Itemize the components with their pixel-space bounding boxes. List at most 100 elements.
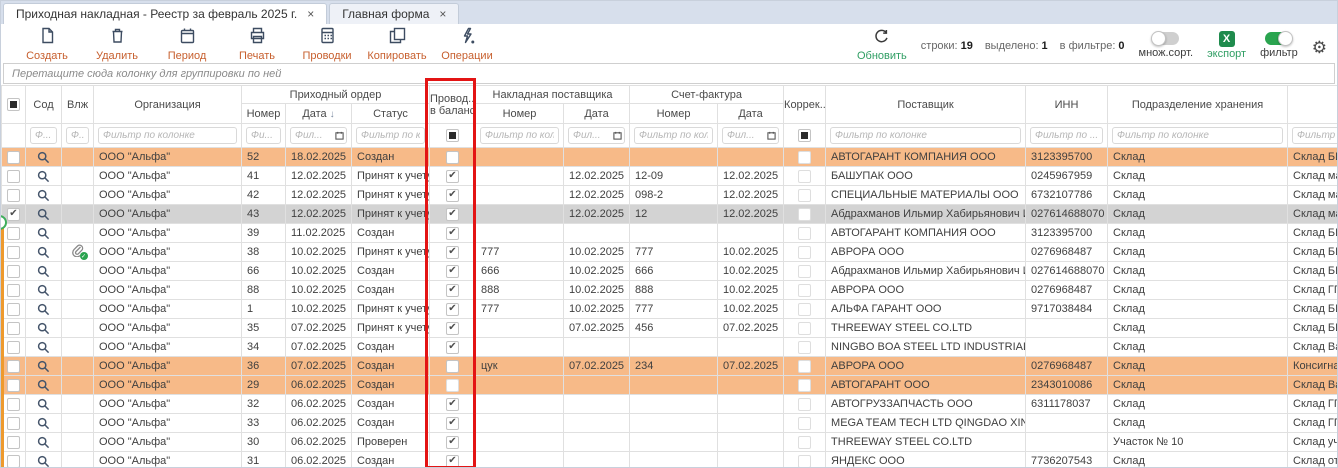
- column-header-correction[interactable]: Коррек...: [784, 86, 826, 124]
- tab-main-form[interactable]: Главная форма ×: [329, 3, 459, 24]
- checkbox-unchecked[interactable]: [7, 284, 20, 297]
- checkbox-checked[interactable]: ✔: [446, 303, 459, 316]
- cell-correction-checkbox[interactable]: [784, 148, 826, 167]
- cell-correction-checkbox[interactable]: [784, 205, 826, 224]
- magnifier-icon[interactable]: [37, 246, 50, 258]
- checkbox-unchecked[interactable]: [798, 151, 811, 164]
- checkbox-unchecked[interactable]: [7, 151, 20, 164]
- cell-correction-checkbox[interactable]: [784, 186, 826, 205]
- filter-toggle[interactable]: фильтр: [1260, 32, 1298, 59]
- table-row[interactable]: ООО "Альфа"3607.02.2025Созданцук07.02.20…: [2, 357, 1338, 376]
- checkbox-checked[interactable]: ✔: [446, 170, 459, 183]
- checkbox-unchecked[interactable]: [798, 284, 811, 297]
- cell-correction-checkbox[interactable]: [784, 357, 826, 376]
- table-row[interactable]: ООО "Альфа"110.02.2025Принят к учету✔777…: [2, 300, 1338, 319]
- column-header-storage[interactable]: Подразделение хранения: [1108, 86, 1288, 124]
- checkbox-unchecked[interactable]: [798, 208, 811, 221]
- column-header-vlz[interactable]: Влж: [62, 86, 94, 124]
- filter-correction-checkbox[interactable]: [784, 124, 826, 148]
- checkbox-unchecked[interactable]: [7, 227, 20, 240]
- filter-number[interactable]: [242, 124, 286, 148]
- cell-correction-checkbox[interactable]: [784, 243, 826, 262]
- checkbox-checked[interactable]: ✔: [446, 417, 459, 430]
- table-row[interactable]: ООО "Альфа"3407.02.2025Создан✔NINGBO BOA…: [2, 338, 1338, 357]
- checkbox-checked[interactable]: ✔: [7, 208, 20, 221]
- table-row[interactable]: ООО "Альфа"3206.02.2025Создан✔АВТОГРУЗЗА…: [2, 395, 1338, 414]
- gear-icon[interactable]: ⚙: [1312, 35, 1327, 56]
- checkbox-unchecked[interactable]: [798, 417, 811, 430]
- row-select-cell[interactable]: [2, 167, 26, 186]
- checkbox-checked[interactable]: ✔: [446, 322, 459, 335]
- filter-facture-number[interactable]: [630, 124, 718, 148]
- row-select-cell[interactable]: [2, 357, 26, 376]
- operations-button[interactable]: Операции: [435, 27, 499, 62]
- checkbox-unchecked[interactable]: [7, 265, 20, 278]
- row-open-cell[interactable]: [26, 186, 62, 205]
- checkbox-unchecked[interactable]: [798, 170, 811, 183]
- cell-posted-checkbox[interactable]: ✔: [430, 205, 476, 224]
- filter-supplier[interactable]: [826, 124, 1026, 148]
- close-icon[interactable]: ×: [307, 8, 314, 20]
- tab-register[interactable]: Приходная накладная - Реестр за февраль …: [3, 3, 327, 24]
- cell-correction-checkbox[interactable]: [784, 395, 826, 414]
- row-open-cell[interactable]: [26, 433, 62, 452]
- magnifier-icon[interactable]: [37, 284, 50, 296]
- filter-facture-date[interactable]: [718, 124, 784, 148]
- row-select-cell[interactable]: [2, 414, 26, 433]
- checkbox-unchecked[interactable]: [798, 246, 811, 259]
- column-header-facture-number[interactable]: Номер: [630, 104, 718, 124]
- row-select-cell[interactable]: [2, 281, 26, 300]
- export-button[interactable]: X экспорт: [1207, 31, 1246, 60]
- cell-posted-checkbox[interactable]: ✔: [430, 414, 476, 433]
- checkbox-unchecked[interactable]: [798, 398, 811, 411]
- row-select-cell[interactable]: [2, 338, 26, 357]
- create-button[interactable]: Создать: [15, 27, 79, 62]
- checkbox-unchecked[interactable]: [446, 151, 459, 164]
- checkbox-unchecked[interactable]: [798, 436, 811, 449]
- table-row[interactable]: ООО "Альфа"3507.02.2025Принят к учету✔07…: [2, 319, 1338, 338]
- checkbox-unchecked[interactable]: [7, 303, 20, 316]
- checkbox-checked[interactable]: ✔: [446, 341, 459, 354]
- magnifier-icon[interactable]: [37, 455, 50, 467]
- row-open-cell[interactable]: [26, 319, 62, 338]
- magnifier-icon[interactable]: [37, 227, 50, 239]
- checkbox-checked[interactable]: ✔: [446, 455, 459, 468]
- checkbox-checked[interactable]: ✔: [446, 208, 459, 221]
- table-row[interactable]: ООО "Альфа"3006.02.2025Проверен✔THREEWAY…: [2, 433, 1338, 452]
- cell-correction-checkbox[interactable]: [784, 262, 826, 281]
- row-open-cell[interactable]: [26, 167, 62, 186]
- checkbox-unchecked[interactable]: [7, 341, 20, 354]
- checkbox-unchecked[interactable]: [7, 360, 20, 373]
- cell-posted-checkbox[interactable]: [430, 376, 476, 395]
- magnifier-icon[interactable]: [37, 398, 50, 410]
- row-open-cell[interactable]: [26, 395, 62, 414]
- checkbox-unchecked[interactable]: [7, 436, 20, 449]
- row-open-cell[interactable]: [26, 376, 62, 395]
- filter-inn[interactable]: [1026, 124, 1108, 148]
- row-select-cell[interactable]: [2, 300, 26, 319]
- filter-invoice-number[interactable]: [476, 124, 564, 148]
- column-header-number[interactable]: Номер: [242, 104, 286, 124]
- column-header-invoice-date[interactable]: Дата: [564, 104, 630, 124]
- checkbox-unchecked[interactable]: [798, 322, 811, 335]
- checkbox-unchecked[interactable]: [7, 189, 20, 202]
- table-row[interactable]: ООО "Альфа"2906.02.2025СозданАВТОГАРАНТ …: [2, 376, 1338, 395]
- cell-posted-checkbox[interactable]: ✔: [430, 395, 476, 414]
- row-open-cell[interactable]: [26, 338, 62, 357]
- checkbox-unchecked[interactable]: [798, 303, 811, 316]
- magnifier-icon[interactable]: [37, 208, 50, 220]
- cell-correction-checkbox[interactable]: [784, 300, 826, 319]
- row-open-cell[interactable]: [26, 224, 62, 243]
- group-by-bar[interactable]: Перетащите сюда колонку для группировки …: [3, 63, 1335, 84]
- checkbox-unchecked[interactable]: [798, 360, 811, 373]
- period-button[interactable]: Период: [155, 27, 219, 62]
- cell-posted-checkbox[interactable]: ✔: [430, 338, 476, 357]
- checkbox-unchecked[interactable]: [7, 246, 20, 259]
- filter-storage[interactable]: [1108, 124, 1288, 148]
- table-row[interactable]: ООО "Альфа"3106.02.2025Создан✔ЯНДЕКС ООО…: [2, 452, 1338, 468]
- table-row[interactable]: ООО "Альфа"5218.02.2025СозданАВТОГАРАНТ …: [2, 148, 1338, 167]
- postings-button[interactable]: Проводки: [295, 27, 359, 62]
- cell-correction-checkbox[interactable]: [784, 338, 826, 357]
- row-open-cell[interactable]: [26, 262, 62, 281]
- row-select-cell[interactable]: [2, 452, 26, 468]
